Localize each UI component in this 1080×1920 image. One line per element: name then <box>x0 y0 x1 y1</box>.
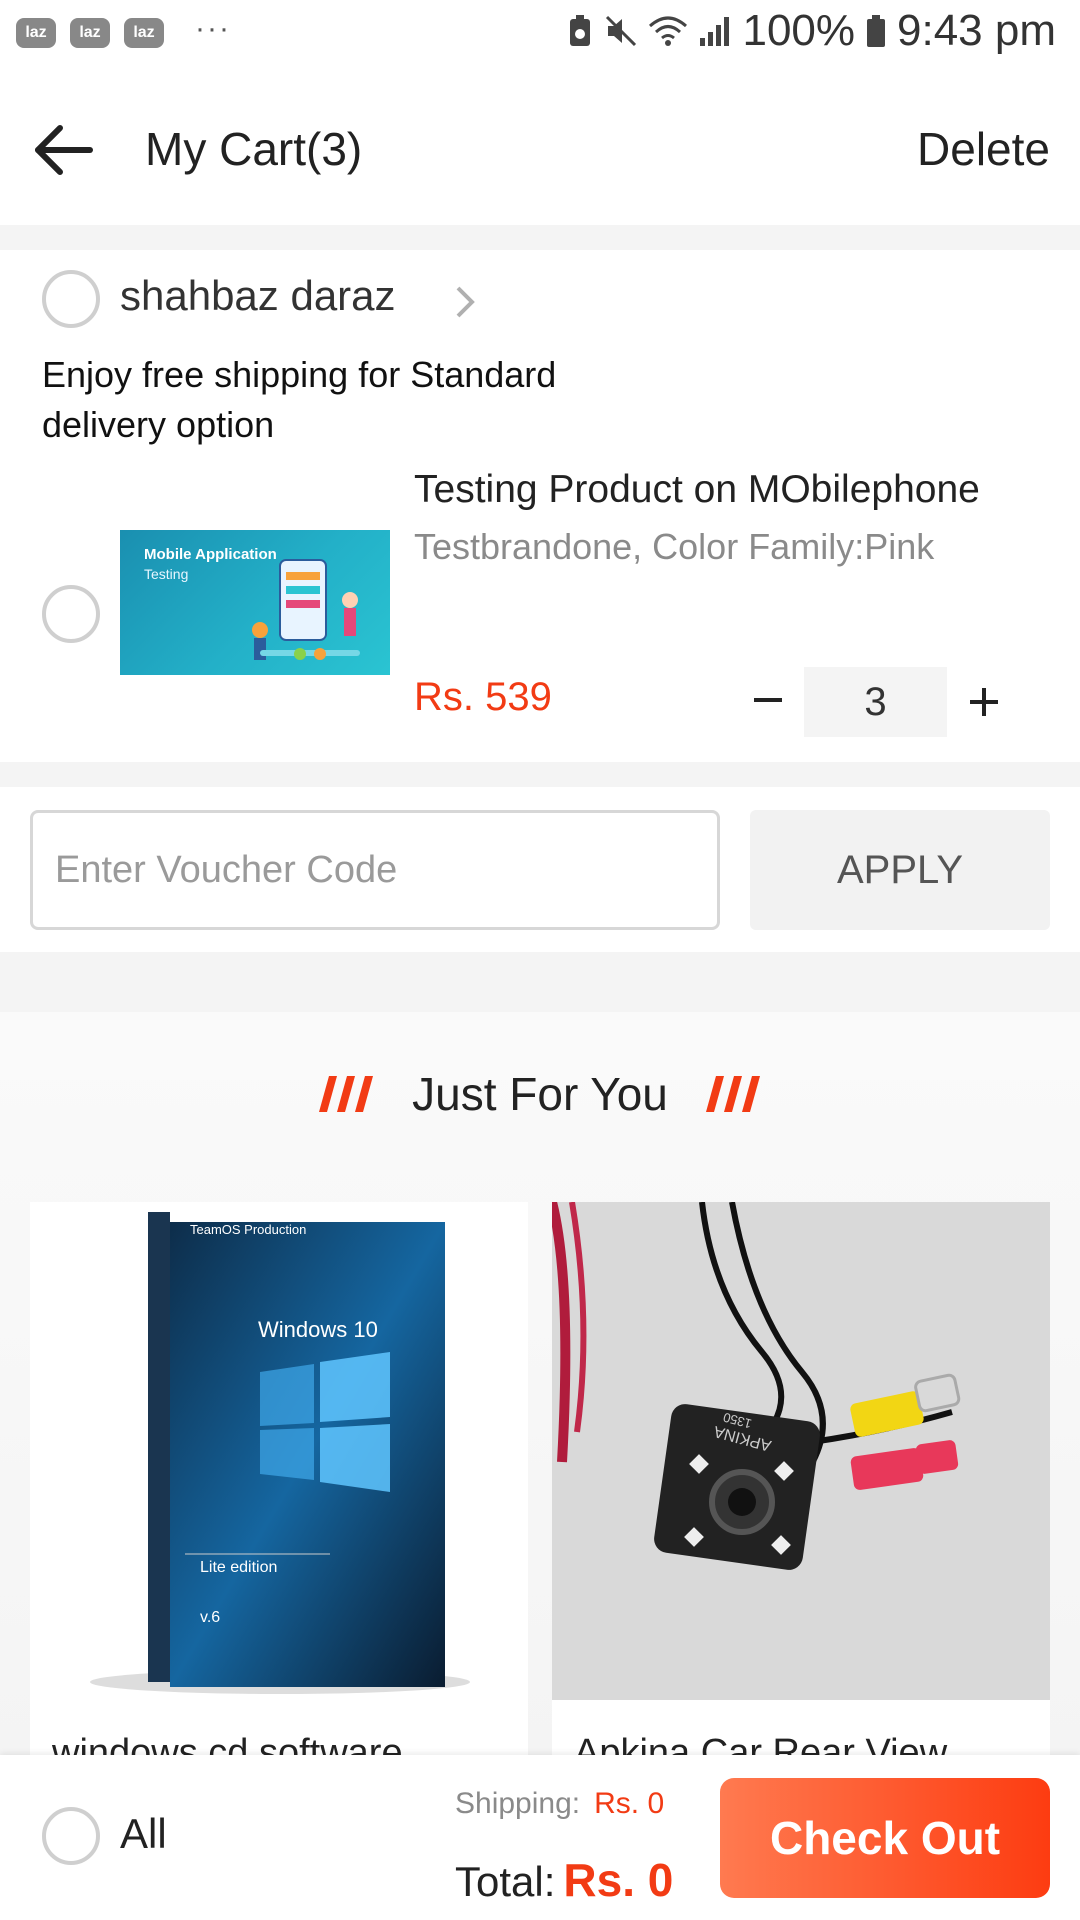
battery-percentage: 100% <box>742 6 856 55</box>
product-image[interactable]: Mobile Application Testing <box>120 530 390 675</box>
voucher-code-input[interactable] <box>30 810 720 930</box>
delete-button[interactable]: Delete <box>917 122 1050 176</box>
voucher-section: APPLY <box>0 787 1080 952</box>
product-image[interactable]: APKINA 1350 <box>552 1202 1050 1700</box>
product-image-subtitle: Testing <box>144 566 189 582</box>
minus-icon[interactable] <box>748 668 788 728</box>
chevron-right-icon[interactable] <box>452 282 480 322</box>
battery-saver-icon <box>570 15 591 46</box>
select-all-radio[interactable] <box>42 1807 100 1865</box>
lazada-notification-icon: laz <box>124 18 164 48</box>
clock: 9:43 pm <box>897 6 1056 55</box>
status-bar: laz laz laz ··· 100% 9:43 pm <box>0 0 1080 70</box>
shop-name[interactable]: shahbaz daraz <box>120 272 396 320</box>
shipping-summary: Shipping: Rs. 0 <box>455 1787 664 1821</box>
decorative-slashes-icon <box>706 1076 760 1112</box>
wifi-icon <box>649 16 688 46</box>
section-title: Just For You <box>412 1068 668 1120</box>
divider <box>0 952 1080 1012</box>
total-label: Total: <box>455 1858 556 1905</box>
shop-section: shahbaz daraz Enjoy free shipping for St… <box>0 250 1080 762</box>
signal-icon <box>700 17 730 46</box>
box-line: Lite edition <box>200 1559 277 1576</box>
apply-voucher-button[interactable]: APPLY <box>750 810 1050 930</box>
total-summary: Total: Rs. 0 <box>455 1853 673 1907</box>
lazada-notification-icon: laz <box>70 18 110 48</box>
battery-icon <box>867 15 886 47</box>
back-arrow-icon[interactable] <box>30 120 100 180</box>
product-variant: Testbrandone, Color Family:Pink <box>414 526 935 567</box>
product-price: Rs. 539 <box>414 675 552 719</box>
shipping-promo: Enjoy free shipping for Standard deliver… <box>42 354 557 445</box>
app-testing-illustration <box>252 559 360 660</box>
checkout-bar: All Shipping: Rs. 0 Total: Rs. 0 Check Out <box>0 1755 1080 1920</box>
plus-icon[interactable] <box>962 668 1006 728</box>
app-header: My Cart(3) Delete <box>0 70 1080 225</box>
more-notifications-icon: ··· <box>195 12 231 45</box>
item-select-radio[interactable] <box>42 585 100 643</box>
quantity-value[interactable]: 3 <box>804 667 947 737</box>
page-title: My Cart(3) <box>145 123 363 175</box>
lazada-notification-icon: laz <box>16 18 56 48</box>
product-name[interactable]: Testing Product on MObilephone <box>414 468 980 512</box>
divider <box>0 762 1080 787</box>
divider <box>0 225 1080 250</box>
status-bar-right: 100% 9:43 pm <box>566 6 1056 56</box>
checkout-button[interactable]: Check Out <box>720 1778 1050 1898</box>
box-line: v.6 <box>200 1609 220 1626</box>
box-line: TeamOS Production <box>190 1222 306 1237</box>
box-line: Windows 10 <box>258 1317 378 1342</box>
mute-icon <box>606 15 637 47</box>
shop-select-radio[interactable] <box>42 270 100 328</box>
shipping-label: Shipping: <box>455 1787 581 1820</box>
product-image[interactable]: TeamOS Production Windows 10 Lite editio… <box>30 1202 528 1700</box>
select-all-label[interactable]: All <box>120 1810 167 1858</box>
shipping-value: Rs. 0 <box>594 1787 665 1820</box>
total-value: Rs. 0 <box>563 1854 674 1906</box>
